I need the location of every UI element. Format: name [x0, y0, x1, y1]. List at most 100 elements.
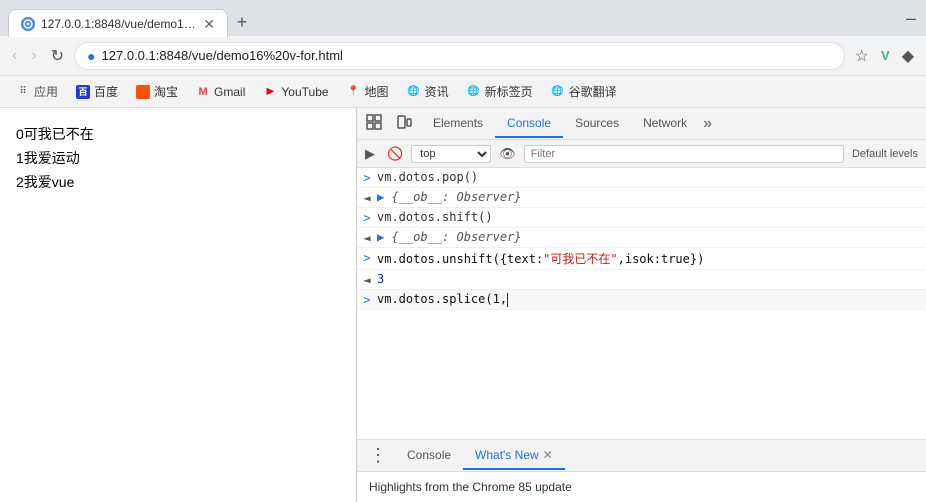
whats-new-text: Highlights from the Chrome 85 update [369, 480, 572, 494]
bookmark-newtab-label: 新标签页 [485, 83, 533, 100]
console-content-2: ▶ {__ob__: Observer} [377, 190, 922, 204]
whats-new-panel: Highlights from the Chrome 85 update [357, 471, 926, 502]
main-area: 0可我已不在 1我爱运动 2我爱vue Elements [0, 108, 926, 502]
console-prompt-5: > [357, 250, 377, 265]
console-line-2: ◄ ▶ {__ob__: Observer} [357, 188, 926, 208]
eye-icon-button[interactable]: 👁 [495, 144, 520, 164]
tab-title: 127.0.0.1:8848/vue/demo16 v... [41, 17, 197, 31]
list-item-2: 2我爱vue [16, 172, 340, 192]
baidu-icon: 百 [76, 85, 90, 99]
toolbar-icons: ☆ V ◆ [851, 42, 918, 70]
title-bar: 127.0.0.1:8848/vue/demo16 v... ✕ + – [0, 0, 926, 36]
bookmark-news[interactable]: 🌐 资讯 [399, 79, 457, 104]
console-content-7: vm.dotos.splice(1, [377, 292, 922, 307]
tab-sources[interactable]: Sources [563, 110, 631, 138]
minimize-button[interactable]: – [904, 7, 918, 29]
bottom-tab-console[interactable]: Console [395, 442, 463, 470]
bookmark-translate[interactable]: 🌐 谷歌翻译 [543, 79, 625, 104]
console-arrow-2: ◄ [357, 190, 377, 205]
bookmark-icon[interactable]: ☆ [851, 42, 873, 70]
list-item-0: 0可我已不在 [16, 124, 340, 144]
bookmark-taobao[interactable]: ☀ 淘宝 [128, 79, 186, 104]
console-context-select[interactable]: top [411, 145, 491, 163]
bottom-tabs: ⋮ Console What's New ✕ [357, 439, 926, 471]
active-tab[interactable]: 127.0.0.1:8848/vue/demo16 v... ✕ [8, 9, 228, 37]
console-content-5: vm.dotos.unshift({text:"可我已不在",isok:true… [377, 250, 922, 267]
console-filter-input[interactable] [524, 145, 844, 163]
forward-button[interactable]: › [27, 43, 40, 69]
expand-arrow-4[interactable]: ▶ [377, 230, 384, 244]
console-toolbar: ▶ 🚫 top 👁 Default levels [357, 140, 926, 168]
console-content-6: 3 [377, 272, 922, 286]
console-prompt-7: > [357, 292, 377, 307]
bookmark-apps[interactable]: ⠿ 应用 [8, 79, 66, 104]
list-text-0: 可我已不在 [24, 126, 94, 142]
console-line-5: > vm.dotos.unshift({text:"可我已不在",isok:tr… [357, 248, 926, 270]
bottom-tab-whats-new[interactable]: What's New ✕ [463, 442, 565, 470]
new-tab-button[interactable]: + [228, 8, 256, 36]
bookmark-apps-label: 应用 [34, 83, 58, 100]
devtools-tabs: Elements Console Sources Network » [421, 110, 910, 138]
console-line-1: > vm.dotos.pop() [357, 168, 926, 188]
list-text-1: 我爱运动 [24, 150, 80, 166]
bookmark-baidu-label: 百度 [94, 83, 118, 100]
console-content-3: vm.dotos.shift() [377, 210, 922, 224]
secure-icon: ● [87, 48, 95, 64]
list-index-0: 0 [16, 126, 24, 142]
bookmark-news-label: 资讯 [425, 83, 449, 100]
maps-icon: 📍 [347, 85, 361, 99]
tab-favicon [21, 17, 35, 31]
bottom-tab-close-button[interactable]: ✕ [543, 448, 553, 462]
taobao-icon: ☀ [136, 85, 150, 99]
default-levels-dropdown[interactable]: Default levels [848, 148, 922, 160]
bottom-tab-menu[interactable]: ⋮ [365, 441, 391, 470]
address-bar: ‹ › ↻ ● 127.0.0.1:8848/vue/demo16%20v-fo… [0, 36, 926, 76]
bookmark-maps[interactable]: 📍 地图 [339, 79, 397, 104]
devtools-panel: Elements Console Sources Network » [356, 108, 926, 502]
expand-arrow-2[interactable]: ▶ [377, 190, 384, 204]
apps-icon: ⠿ [16, 85, 30, 99]
bookmark-youtube-label: YouTube [281, 85, 328, 99]
extensions-icon[interactable]: ◆ [898, 42, 918, 70]
news-icon: 🌐 [407, 85, 421, 99]
page-content: 0可我已不在 1我爱运动 2我爱vue [0, 108, 356, 502]
console-line-7[interactable]: > vm.dotos.splice(1, [357, 290, 926, 310]
tab-network[interactable]: Network [631, 110, 699, 138]
bookmark-taobao-label: 淘宝 [154, 83, 178, 100]
bookmarks-bar: ⠿ 应用 百 百度 ☀ 淘宝 M Gmail ▶ YouTube 📍 地图 🌐 … [0, 76, 926, 108]
bookmark-translate-label: 谷歌翻译 [569, 83, 617, 100]
bookmark-youtube[interactable]: ▶ YouTube [255, 81, 336, 103]
browser-frame: 127.0.0.1:8848/vue/demo16 v... ✕ + – ‹ ›… [0, 0, 926, 502]
devtools-more-tabs[interactable]: » [699, 111, 716, 137]
reload-button[interactable]: ↻ [47, 42, 68, 70]
console-arrow-6: ◄ [357, 272, 377, 287]
console-output: > vm.dotos.pop() ◄ ▶ {__ob__: Observer} … [357, 168, 926, 439]
console-arrow-4: ◄ [357, 230, 377, 245]
console-line-6: ◄ 3 [357, 270, 926, 290]
console-content-1: vm.dotos.pop() [377, 170, 922, 184]
list-text-2: 我爱vue [24, 174, 75, 190]
tab-close-button[interactable]: ✕ [203, 17, 215, 31]
gmail-icon: M [196, 85, 210, 99]
bookmark-baidu[interactable]: 百 百度 [68, 79, 126, 104]
back-button[interactable]: ‹ [8, 43, 21, 69]
translate-icon: 🌐 [551, 85, 565, 99]
bookmark-newtab[interactable]: 🌐 新标签页 [459, 79, 541, 104]
bookmark-gmail[interactable]: M Gmail [188, 81, 253, 103]
inspect-element-button[interactable] [361, 111, 387, 136]
console-clear-button[interactable]: 🚫 [383, 144, 407, 164]
tab-area: 127.0.0.1:8848/vue/demo16 v... ✕ + [8, 0, 890, 36]
console-content-4: ▶ {__ob__: Observer} [377, 230, 922, 244]
bookmark-gmail-label: Gmail [214, 85, 245, 99]
tab-console[interactable]: Console [495, 110, 563, 138]
vue-extension-icon[interactable]: V [877, 44, 894, 67]
bottom-tab-console-label: Console [407, 448, 451, 462]
url-bar[interactable]: ● 127.0.0.1:8848/vue/demo16%20v-for.html [74, 42, 845, 70]
newtab-icon: 🌐 [467, 85, 481, 99]
console-run-button[interactable]: ▶ [361, 144, 379, 164]
console-line-4: ◄ ▶ {__ob__: Observer} [357, 228, 926, 248]
tab-elements[interactable]: Elements [421, 110, 495, 138]
device-toggle-button[interactable] [391, 111, 417, 136]
console-prompt-1: > [357, 170, 377, 185]
bookmark-maps-label: 地图 [365, 83, 389, 100]
